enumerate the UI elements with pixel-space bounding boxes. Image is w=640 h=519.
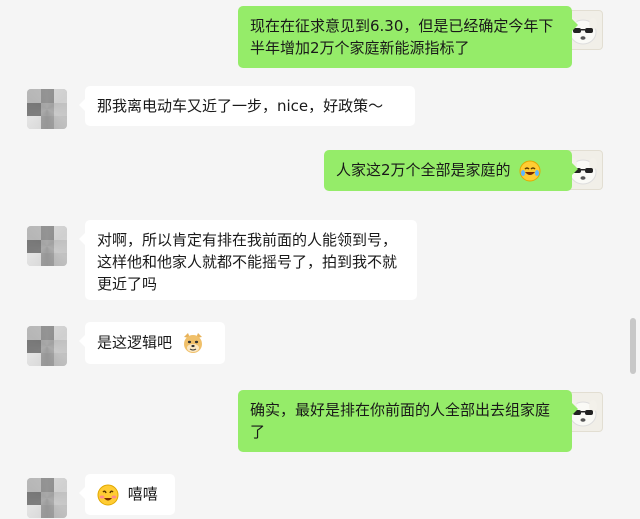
contact-avatar[interactable]: [27, 326, 67, 366]
message-bubble-received[interactable]: 嘻嘻: [79, 474, 175, 515]
message-text: 是这逻辑吧: [97, 333, 173, 352]
contact-avatar[interactable]: [27, 478, 67, 518]
message-bubble-sent[interactable]: 现在在征求意见到6.30，但是已经确定今年下半年增加2万个家庭新能源指标了: [238, 6, 578, 68]
message-bubble-received[interactable]: 对啊，所以肯定有排在我前面的人能领到号，这样他和他家人就都不能摇号了，拍到我不就…: [79, 220, 417, 300]
contact-avatar[interactable]: [27, 89, 67, 129]
contact-avatar[interactable]: [27, 226, 67, 266]
message-text: 嘻嘻: [127, 485, 158, 503]
message-bubble-received[interactable]: 是这逻辑吧: [79, 322, 225, 364]
message-bubble-received[interactable]: 那我离电动车又近了一步，nice，好政策～: [79, 86, 415, 126]
message-bubble-sent[interactable]: 人家这2万个全部是家庭的: [324, 150, 578, 191]
laughing-tears-emoji-icon: [519, 160, 541, 181]
doge-emoji-icon: [183, 333, 202, 353]
scrollbar-thumb[interactable]: [630, 318, 636, 374]
message-bubble-sent[interactable]: 确实，最好是排在你前面的人全部出去组家庭了: [238, 390, 578, 452]
chat-message-list[interactable]: 现在在征求意见到6.30，但是已经确定今年下半年增加2万个家庭新能源指标了 那我…: [0, 0, 640, 519]
grinning-blush-emoji-icon: [97, 484, 119, 505]
message-text: 人家这2万个全部是家庭的: [336, 161, 511, 179]
